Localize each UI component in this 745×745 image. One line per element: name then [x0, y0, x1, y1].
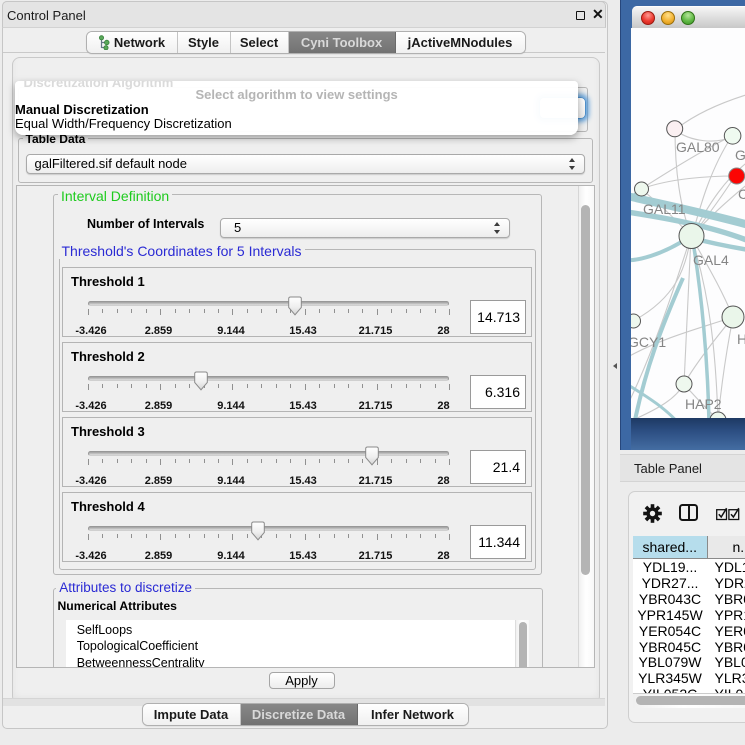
svg-text:H: H — [737, 331, 745, 347]
svg-text:GCY1: GCY1 — [631, 334, 666, 350]
svg-text:GAL80: GAL80 — [676, 139, 720, 155]
svg-text:G.: G. — [735, 147, 745, 163]
svg-text:GAL4: GAL4 — [693, 252, 729, 268]
svg-text:HAP2: HAP2 — [685, 396, 722, 412]
svg-text:GAL11: GAL11 — [643, 201, 686, 217]
svg-text:C: C — [738, 186, 745, 202]
